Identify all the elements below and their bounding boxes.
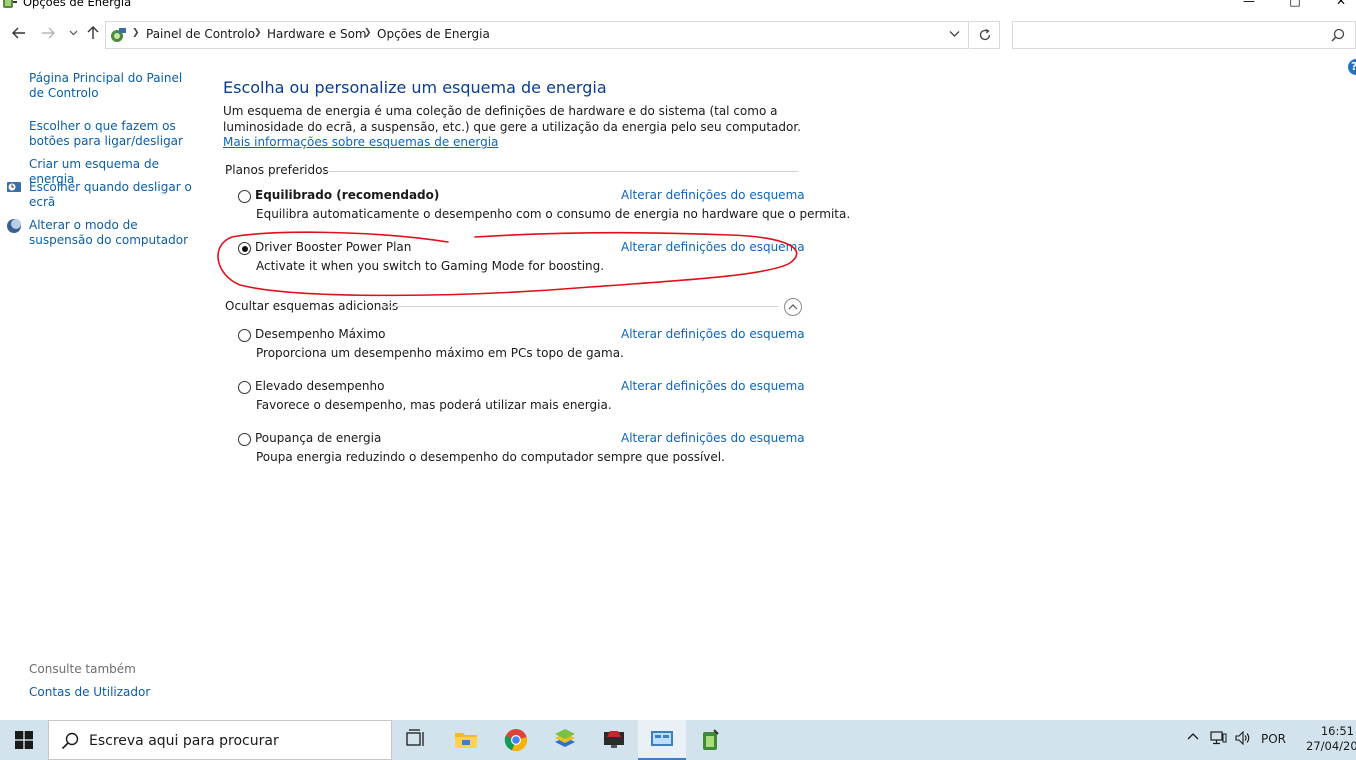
plan-name[interactable]: Poupança de energia [255, 431, 381, 445]
sidebar-item-control-panel-home[interactable]: Página Principal do Painel de Controlo [29, 71, 194, 101]
plan-radio[interactable] [238, 329, 251, 342]
preferred-plans-heading: Planos preferidos [225, 163, 329, 177]
taskbar-search-input[interactable]: Escreva aqui para procurar [48, 720, 392, 760]
user-accounts-link[interactable]: Contas de Utilizador [29, 685, 150, 699]
red-circle-annotation [217, 231, 798, 297]
plan-name[interactable]: Equilibrado (recomendado) [255, 188, 439, 202]
task-view-icon[interactable] [392, 720, 440, 760]
page-title: Escolha ou personalize um esquema de ene… [223, 78, 607, 97]
tray-chevron-up-icon[interactable] [1187, 731, 1199, 747]
plan-description: Poupa energia reduzindo o desempenho do … [256, 450, 725, 464]
plan-description: Proporciona um desempenho máximo em PCs … [256, 346, 624, 360]
sidebar-item-power-buttons[interactable]: Escolher o que fazem os botões para liga… [29, 119, 194, 149]
sidebar-item-display-off[interactable]: Escolher quando desligar o ecrã [29, 180, 194, 210]
section-divider [382, 306, 778, 307]
app-red-icon[interactable] [590, 720, 638, 760]
additional-plans-heading: Ocultar esquemas adicionais [225, 299, 399, 313]
section-divider [322, 171, 798, 172]
minimize-button[interactable]: — [1226, 0, 1272, 10]
plan-radio[interactable] [238, 433, 251, 446]
address-bar[interactable]: ❯ Painel de Controlo ❯ Hardware e Som ❯ … [105, 21, 969, 49]
language-indicator[interactable]: POR [1261, 732, 1286, 746]
network-icon[interactable] [1210, 731, 1227, 749]
control-panel-icon[interactable] [638, 720, 686, 760]
close-button[interactable]: ✕ [1318, 0, 1356, 10]
change-plan-settings-link[interactable]: Alterar definições do esquema [621, 188, 805, 202]
plan-power-saver: Poupança de energia Poupa energia reduzi… [238, 431, 805, 471]
plan-radio[interactable] [238, 190, 251, 203]
search-icon [61, 732, 79, 750]
page-description: Um esquema de energia é uma coleção de d… [223, 104, 808, 151]
more-info-link[interactable]: Mais informações sobre esquemas de energ… [223, 135, 498, 149]
plan-description: Favorece o desempenho, mas poderá utiliz… [256, 398, 612, 412]
navigation-bar: ❯ Painel de Controlo ❯ Hardware e Som ❯ … [0, 20, 1356, 50]
control-panel-icon [111, 28, 126, 42]
breadcrumb-separator-icon[interactable]: ❯ [254, 28, 262, 38]
chevron-down-icon[interactable] [944, 26, 964, 46]
description-text: Um esquema de energia é uma coleção de d… [223, 104, 801, 134]
taskbar-search-placeholder: Escreva aqui para procurar [89, 733, 279, 749]
windows-start-icon[interactable] [0, 720, 48, 760]
plan-name[interactable]: Desempenho Máximo [255, 327, 386, 341]
bluestacks-icon[interactable] [541, 720, 589, 760]
clock-time: 16:51 [1320, 724, 1354, 738]
breadcrumb-hardware-sound[interactable]: Hardware e Som [267, 27, 367, 41]
breadcrumb-separator-icon: ❯ [132, 28, 140, 38]
chrome-icon[interactable] [492, 720, 540, 760]
plan-radio[interactable] [238, 381, 251, 394]
breadcrumb-separator-icon[interactable]: ❯ [364, 28, 372, 38]
plan-max-performance: Desempenho Máximo Proporciona um desempe… [238, 327, 805, 367]
plan-balanced: Equilibrado (recomendado) Equilibra auto… [238, 188, 850, 228]
plan-name[interactable]: Elevado desempenho [255, 379, 384, 393]
title-bar: Opções de Energia — □ ✕ [0, 0, 1356, 12]
up-arrow-icon[interactable] [83, 24, 103, 46]
change-plan-settings-link[interactable]: Alterar definições do esquema [621, 327, 805, 341]
power-options-icon [3, 0, 17, 8]
recent-chevron-icon[interactable] [63, 24, 83, 46]
file-explorer-icon[interactable] [442, 720, 490, 760]
search-input[interactable] [1012, 21, 1356, 49]
plan-high-performance: Elevado desempenho Favorece o desempenho… [238, 379, 805, 419]
plan-description: Equilibra automaticamente o desempenho c… [256, 207, 851, 221]
window-title: Opções de Energia [23, 0, 132, 9]
search-icon [1331, 28, 1345, 42]
power-options-icon[interactable] [686, 720, 734, 760]
breadcrumb-power-options[interactable]: Opções de Energia [377, 27, 490, 41]
volume-icon[interactable] [1235, 730, 1251, 749]
moon-icon [7, 219, 21, 233]
help-icon[interactable]: ? [1348, 59, 1356, 75]
change-plan-settings-link[interactable]: Alterar definições do esquema [621, 431, 805, 445]
back-arrow-icon[interactable] [9, 24, 29, 46]
see-also-heading: Consulte também [29, 662, 136, 676]
collapse-chevron-icon[interactable] [784, 298, 802, 316]
clock-date: 27/04/2020 [1306, 739, 1356, 753]
refresh-icon[interactable] [970, 21, 1000, 49]
change-plan-settings-link[interactable]: Alterar definições do esquema [621, 379, 805, 393]
maximize-button[interactable]: □ [1272, 0, 1318, 10]
clock[interactable]: 16:51 27/04/2020 [1306, 724, 1356, 754]
clock-monitor-icon [7, 182, 21, 192]
taskbar: Escreva aqui para procurar POR 16:51 27/… [0, 720, 1356, 760]
sidebar-item-sleep[interactable]: Alterar o modo de suspensão do computado… [29, 218, 194, 248]
breadcrumb-control-panel[interactable]: Painel de Controlo [146, 27, 255, 41]
forward-arrow-icon[interactable] [38, 24, 58, 46]
